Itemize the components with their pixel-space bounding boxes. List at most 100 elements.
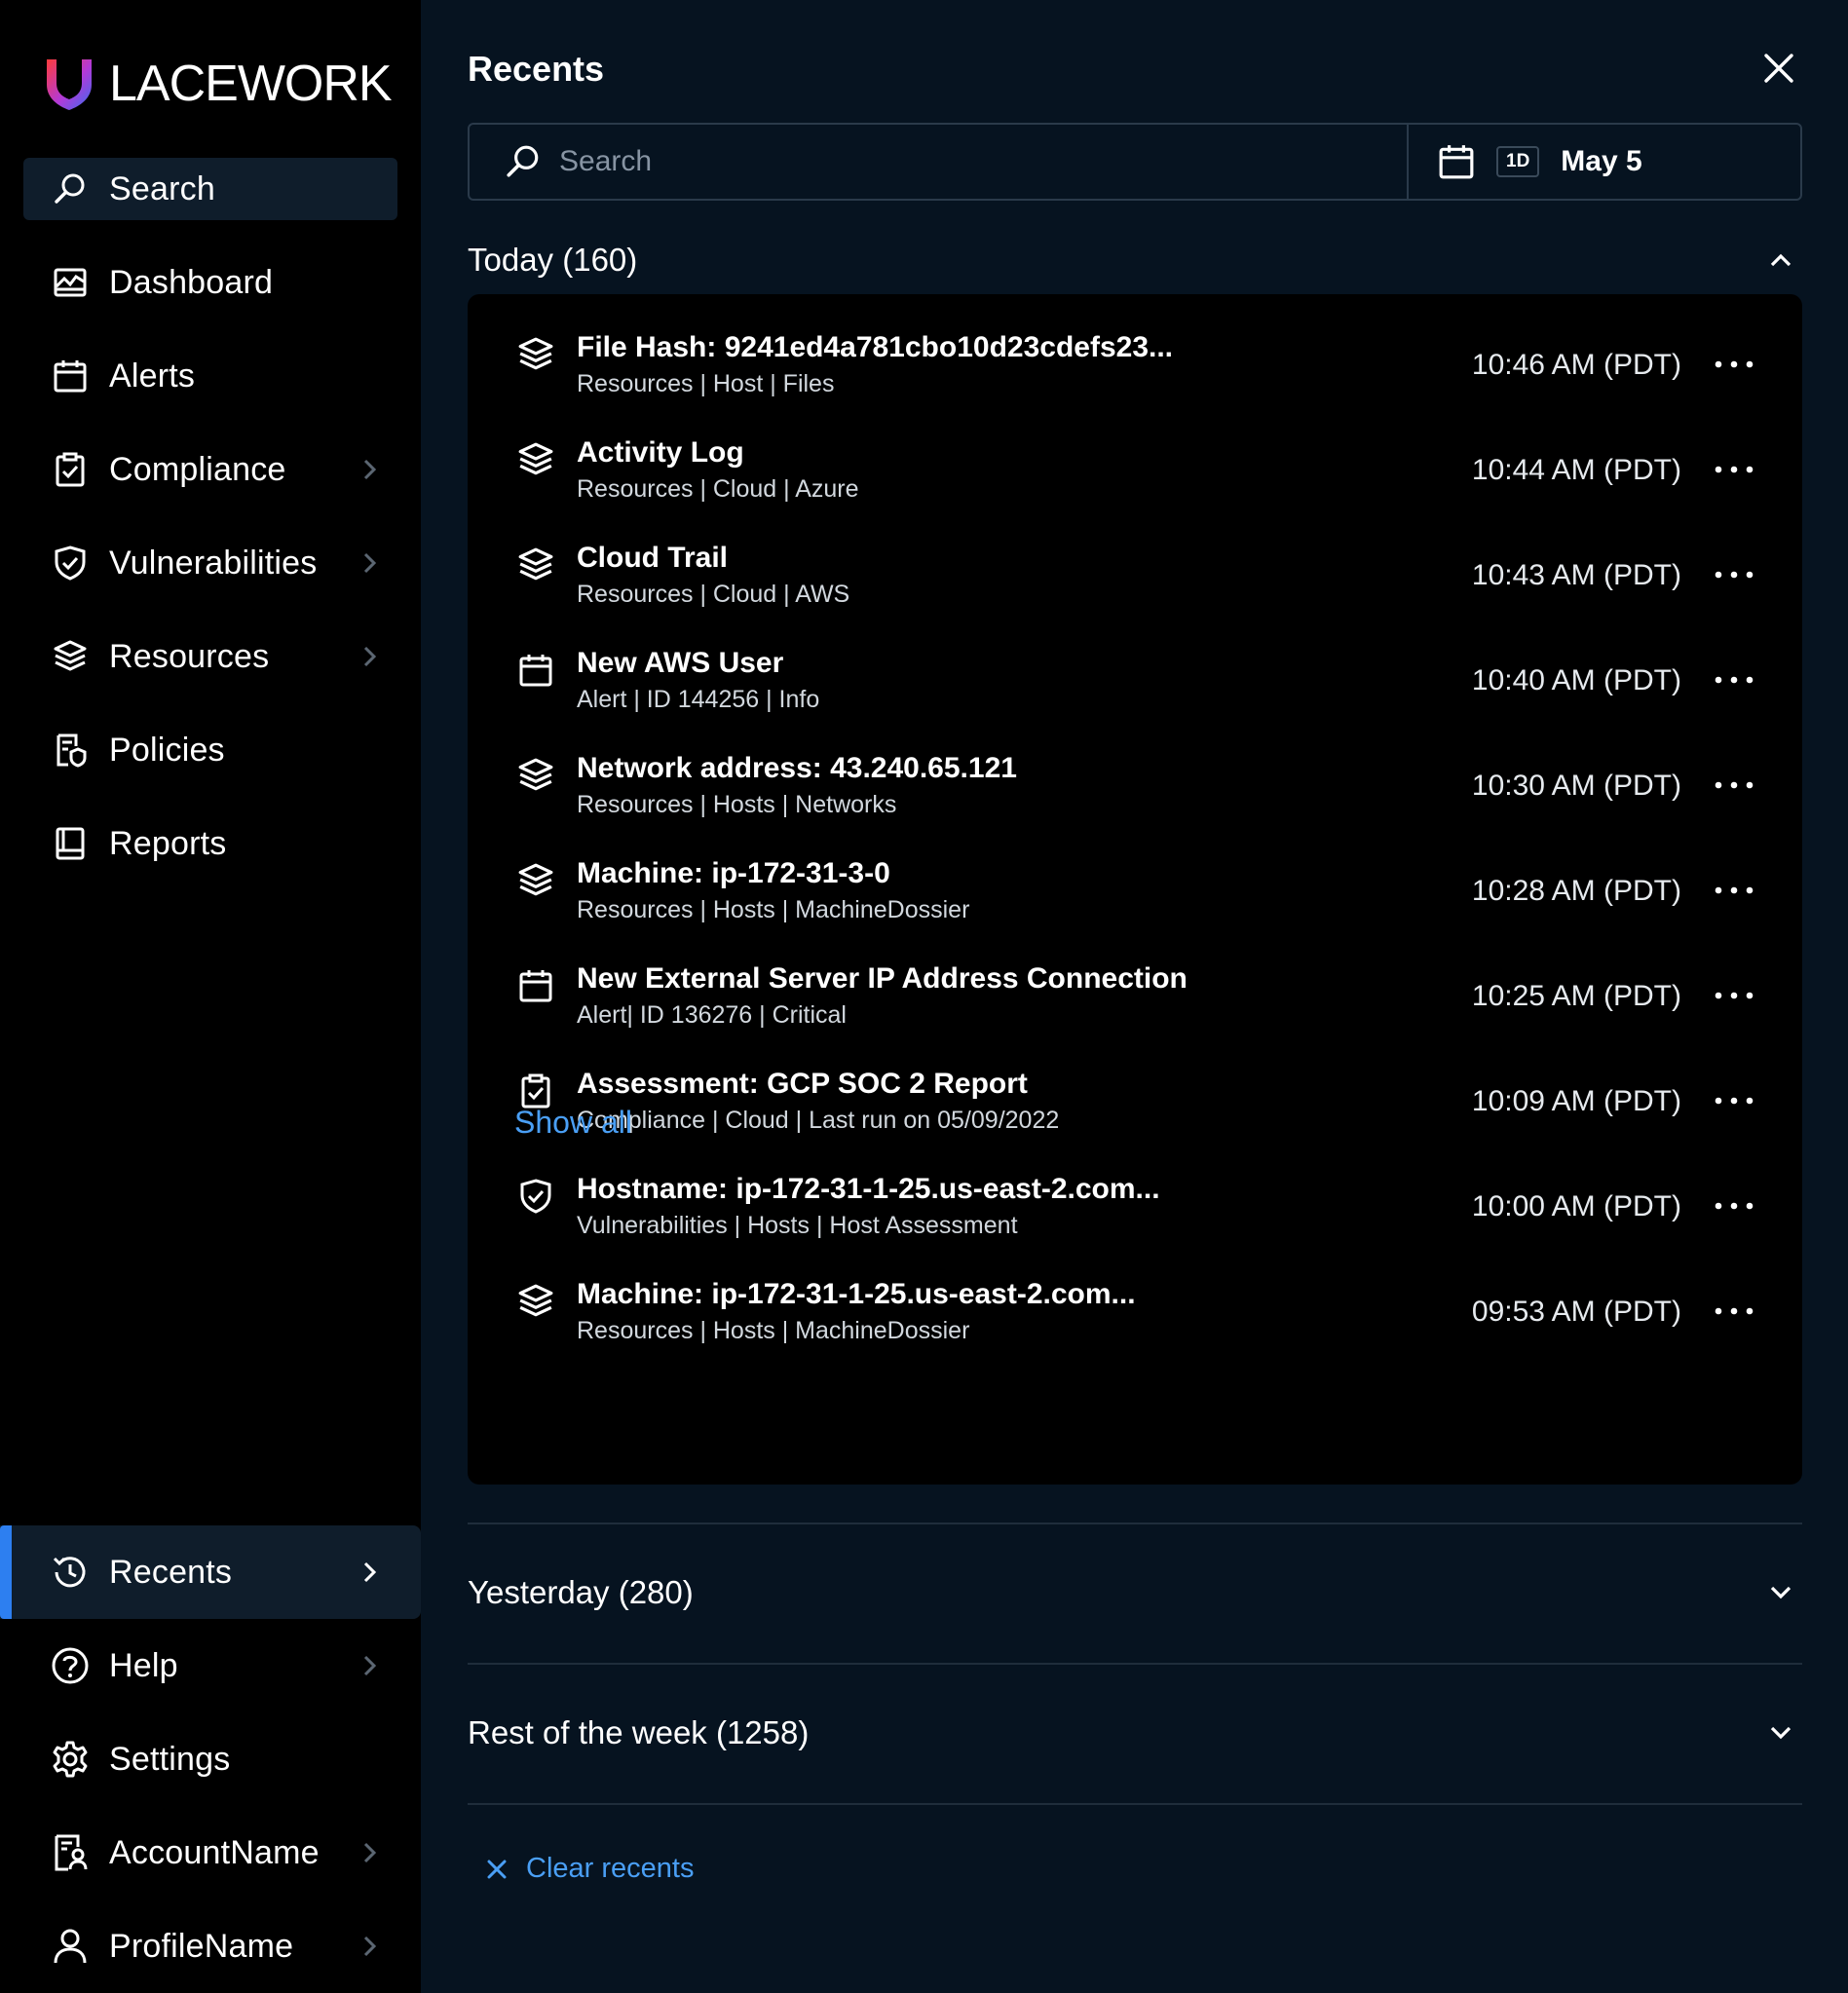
more-options-icon[interactable] — [1713, 355, 1755, 374]
recent-item[interactable]: Hostname: ip-172-31-1-25.us-east-2.com..… — [468, 1159, 1802, 1264]
chevron-down-icon[interactable] — [1763, 1575, 1798, 1610]
search-input[interactable] — [559, 145, 1339, 178]
sidebar-item-label: Search — [109, 169, 215, 207]
layers-icon — [516, 861, 555, 900]
sidebar-item-label: Recents — [109, 1553, 233, 1591]
sidebar-item-help[interactable]: Help — [23, 1635, 397, 1697]
account-icon — [51, 1833, 90, 1872]
more-options-icon[interactable] — [1713, 1091, 1755, 1110]
recent-item-subtitle: Alert | ID 144256 | Info — [577, 686, 820, 713]
recent-item-time: 10:30 AM (PDT) — [1471, 770, 1681, 802]
sidebar: LACEWORK Search Dashboard Alerts Complia… — [0, 0, 421, 1993]
history-icon — [51, 1553, 90, 1592]
sidebar-item-dashboard[interactable]: Dashboard — [23, 251, 397, 314]
date-range-badge[interactable]: 1D — [1496, 146, 1540, 177]
recent-item-title: Cloud Trail — [577, 542, 729, 574]
more-options-icon[interactable] — [1713, 986, 1755, 1005]
chevron-right-icon — [357, 1839, 384, 1866]
recent-item-title: Network address: 43.240.65.121 — [577, 752, 1017, 784]
recent-item[interactable]: Machine: ip-172-31-1-25.us-east-2.com...… — [468, 1264, 1802, 1370]
sidebar-item-label: Policies — [109, 731, 225, 769]
recent-item-subtitle: Vulnerabilities | Hosts | Host Assessmen… — [577, 1212, 1018, 1239]
recent-item-subtitle: Resources | Hosts | MachineDossier — [577, 1317, 970, 1344]
recent-item-title: Hostname: ip-172-31-1-25.us-east-2.com..… — [577, 1173, 1160, 1205]
sidebar-item-alerts[interactable]: Alerts — [23, 345, 397, 407]
help-icon — [51, 1646, 90, 1685]
more-options-icon[interactable] — [1713, 565, 1755, 584]
sidebar-item-label: Settings — [109, 1740, 231, 1778]
brand-name: LACEWORK — [109, 56, 393, 112]
clear-recents-button[interactable]: Clear recents — [485, 1853, 694, 1885]
sidebar-item-search[interactable]: Search — [23, 158, 397, 220]
recent-item[interactable]: Network address: 43.240.65.121 Resources … — [468, 738, 1802, 844]
recent-item[interactable]: File Hash: 9241ed4a781cbo10d23cdefs23...… — [468, 318, 1802, 423]
recent-item-title: Activity Log — [577, 436, 744, 469]
date-range-picker[interactable]: 1D May 5 — [1409, 125, 1800, 199]
recent-item[interactable]: New AWS User Alert | ID 144256 | Info 10:4… — [468, 633, 1802, 738]
section-label: Yesterday (280) — [468, 1574, 694, 1610]
book-icon — [51, 824, 90, 863]
chevron-right-icon — [357, 549, 384, 577]
section-header-week[interactable]: Rest of the week (1258) — [468, 1714, 1802, 1751]
sidebar-item-label: ProfileName — [109, 1927, 294, 1965]
close-icon — [1764, 54, 1793, 83]
sidebar-item-profile[interactable]: ProfileName — [23, 1915, 397, 1977]
recent-item[interactable]: Cloud Trail Resources | Cloud | AWS 10:43 … — [468, 528, 1802, 633]
recent-item-time: 10:09 AM (PDT) — [1471, 1085, 1681, 1117]
today-list: File Hash: 9241ed4a781cbo10d23cdefs23...… — [468, 294, 1802, 1485]
sidebar-item-account[interactable]: AccountName — [23, 1822, 397, 1884]
lacework-logo-icon — [47, 59, 92, 110]
recent-item-subtitle: Resources | Hosts | MachineDossier — [577, 896, 970, 923]
close-icon — [487, 1860, 507, 1878]
recent-item-time: 10:46 AM (PDT) — [1471, 349, 1681, 381]
divider — [468, 1663, 1802, 1665]
recent-item-subtitle: Resources | Cloud | Azure — [577, 475, 859, 503]
sidebar-item-policies[interactable]: Policies — [23, 719, 397, 781]
recent-item[interactable]: Assessment: GCP SOC 2 Report Compliance |… — [468, 1054, 1802, 1159]
sidebar-item-recents[interactable]: Recents — [0, 1525, 421, 1619]
section-header-today[interactable]: Today (160) — [468, 242, 1802, 279]
sidebar-item-label: Compliance — [109, 450, 286, 488]
recent-item-subtitle: Resources | Host | Files — [577, 370, 835, 397]
recent-item[interactable]: Activity Log Resources | Cloud | Azure 10:… — [468, 423, 1802, 528]
sidebar-item-settings[interactable]: Settings — [23, 1728, 397, 1790]
search-icon — [51, 169, 90, 208]
more-options-icon[interactable] — [1713, 670, 1755, 690]
search-field[interactable] — [470, 125, 1409, 199]
dashboard-icon — [51, 263, 90, 302]
recent-item-subtitle: Compliance | Cloud | Last run on 05/09/2… — [577, 1107, 1060, 1134]
more-options-icon[interactable] — [1713, 775, 1755, 795]
show-all-link[interactable]: Show all — [514, 1105, 632, 1141]
recent-item[interactable]: Machine: ip-172-31-3-0 Resources | Hosts … — [468, 844, 1802, 949]
recent-item-time: 10:00 AM (PDT) — [1471, 1190, 1681, 1222]
recent-item-time: 10:43 AM (PDT) — [1471, 559, 1681, 591]
recent-item-time: 10:44 AM (PDT) — [1471, 454, 1681, 486]
chevron-right-icon — [357, 643, 384, 670]
section-header-yesterday[interactable]: Yesterday (280) — [468, 1574, 1802, 1611]
chevron-up-icon[interactable] — [1763, 243, 1798, 278]
more-options-icon[interactable] — [1713, 1196, 1755, 1216]
layers-icon — [516, 756, 555, 795]
sidebar-item-compliance[interactable]: Compliance — [23, 438, 397, 501]
shield-check-icon — [516, 1177, 555, 1216]
clear-recents-label: Clear recents — [526, 1853, 695, 1884]
close-button[interactable] — [1759, 49, 1798, 88]
sidebar-item-vulnerabilities[interactable]: Vulnerabilities — [23, 532, 397, 594]
more-options-icon[interactable] — [1713, 1301, 1755, 1321]
sidebar-item-label: Resources — [109, 637, 270, 675]
sidebar-item-resources[interactable]: Resources — [23, 625, 397, 688]
policy-icon — [51, 731, 90, 770]
chevron-down-icon[interactable] — [1763, 1715, 1798, 1750]
lacework-logo[interactable]: LACEWORK — [43, 55, 393, 113]
recent-item-time: 10:40 AM (PDT) — [1471, 664, 1681, 696]
recent-item-subtitle: Resources | Hosts | Networks — [577, 791, 897, 818]
recent-item-time: 10:28 AM (PDT) — [1471, 875, 1681, 907]
gear-icon — [51, 1740, 90, 1779]
calendar-icon — [516, 966, 555, 1005]
sidebar-item-reports[interactable]: Reports — [23, 812, 397, 875]
recent-item[interactable]: New External Server IP Address Connectio… — [468, 949, 1802, 1054]
more-options-icon[interactable] — [1713, 881, 1755, 900]
search-bar: 1D May 5 — [468, 123, 1802, 201]
more-options-icon[interactable] — [1713, 460, 1755, 479]
chevron-right-icon — [357, 1559, 384, 1586]
